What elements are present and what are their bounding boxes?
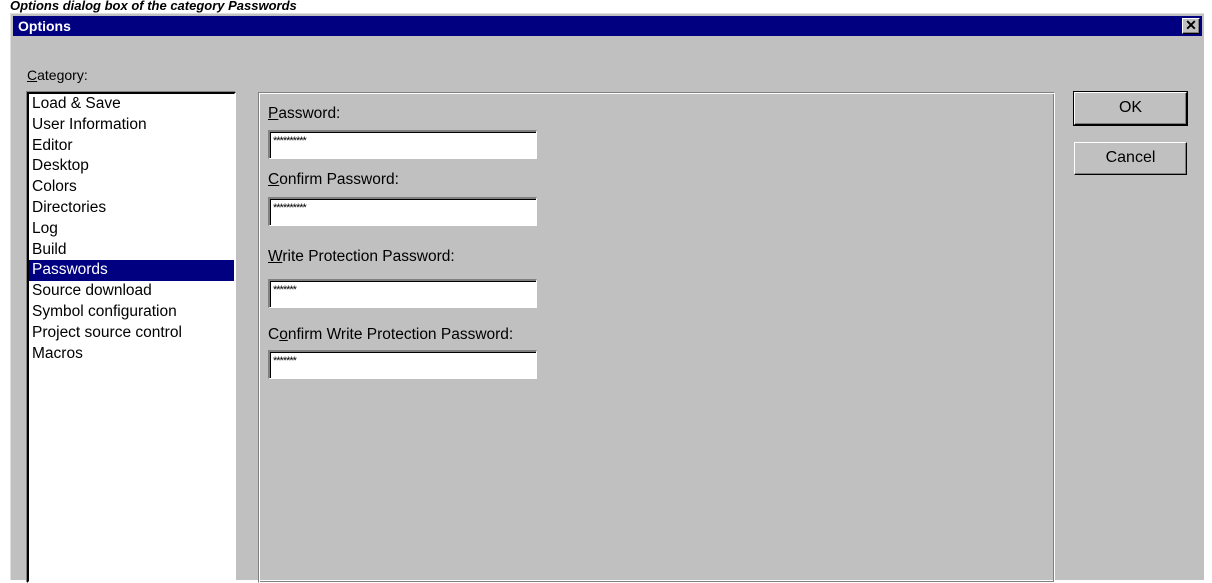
options-dialog: Options ✕ Category: Load & Save User Info… <box>10 13 1204 583</box>
window-title: Options <box>18 18 71 34</box>
category-item[interactable]: Log <box>29 219 234 240</box>
category-item[interactable]: User Information <box>29 115 234 136</box>
confirm-password-label: Confirm Password: <box>268 171 399 188</box>
category-item[interactable]: Symbol configuration <box>29 302 234 323</box>
close-button[interactable]: ✕ <box>1182 18 1200 34</box>
close-icon: ✕ <box>1185 17 1197 33</box>
category-item[interactable]: Colors <box>29 177 234 198</box>
confirm-write-protection-password-label: Confirm Write Protection Password: <box>268 326 514 343</box>
title-bar: Options ✕ <box>13 16 1202 36</box>
category-label: Category: <box>27 67 88 83</box>
category-item[interactable]: Source download <box>29 281 234 302</box>
password-label: Password: <box>268 105 341 122</box>
category-item[interactable]: Macros <box>29 344 234 365</box>
confirm-write-protection-password-input[interactable]: ******* <box>268 350 537 379</box>
password-input[interactable]: ********** <box>268 130 537 159</box>
category-item[interactable]: Directories <box>29 198 234 219</box>
passwords-panel: Password: ********** Confirm Password: *… <box>258 92 1055 583</box>
category-listbox[interactable]: Load & Save User Information Editor Desktop… <box>27 92 236 583</box>
write-protection-password-label: Write Protection Password: <box>268 248 455 265</box>
write-protection-password-input[interactable]: ******* <box>268 279 537 308</box>
category-item[interactable]: Load & Save <box>29 94 234 115</box>
confirm-password-input[interactable]: ********** <box>268 197 537 226</box>
category-item[interactable]: Editor <box>29 136 234 157</box>
category-item[interactable]: Build <box>29 240 234 261</box>
ok-button[interactable]: OK <box>1073 91 1188 126</box>
category-item[interactable]: Desktop <box>29 156 234 177</box>
cancel-button[interactable]: Cancel <box>1074 142 1187 175</box>
category-item[interactable]: Project source control <box>29 323 234 344</box>
category-item[interactable]: Passwords <box>29 260 234 282</box>
